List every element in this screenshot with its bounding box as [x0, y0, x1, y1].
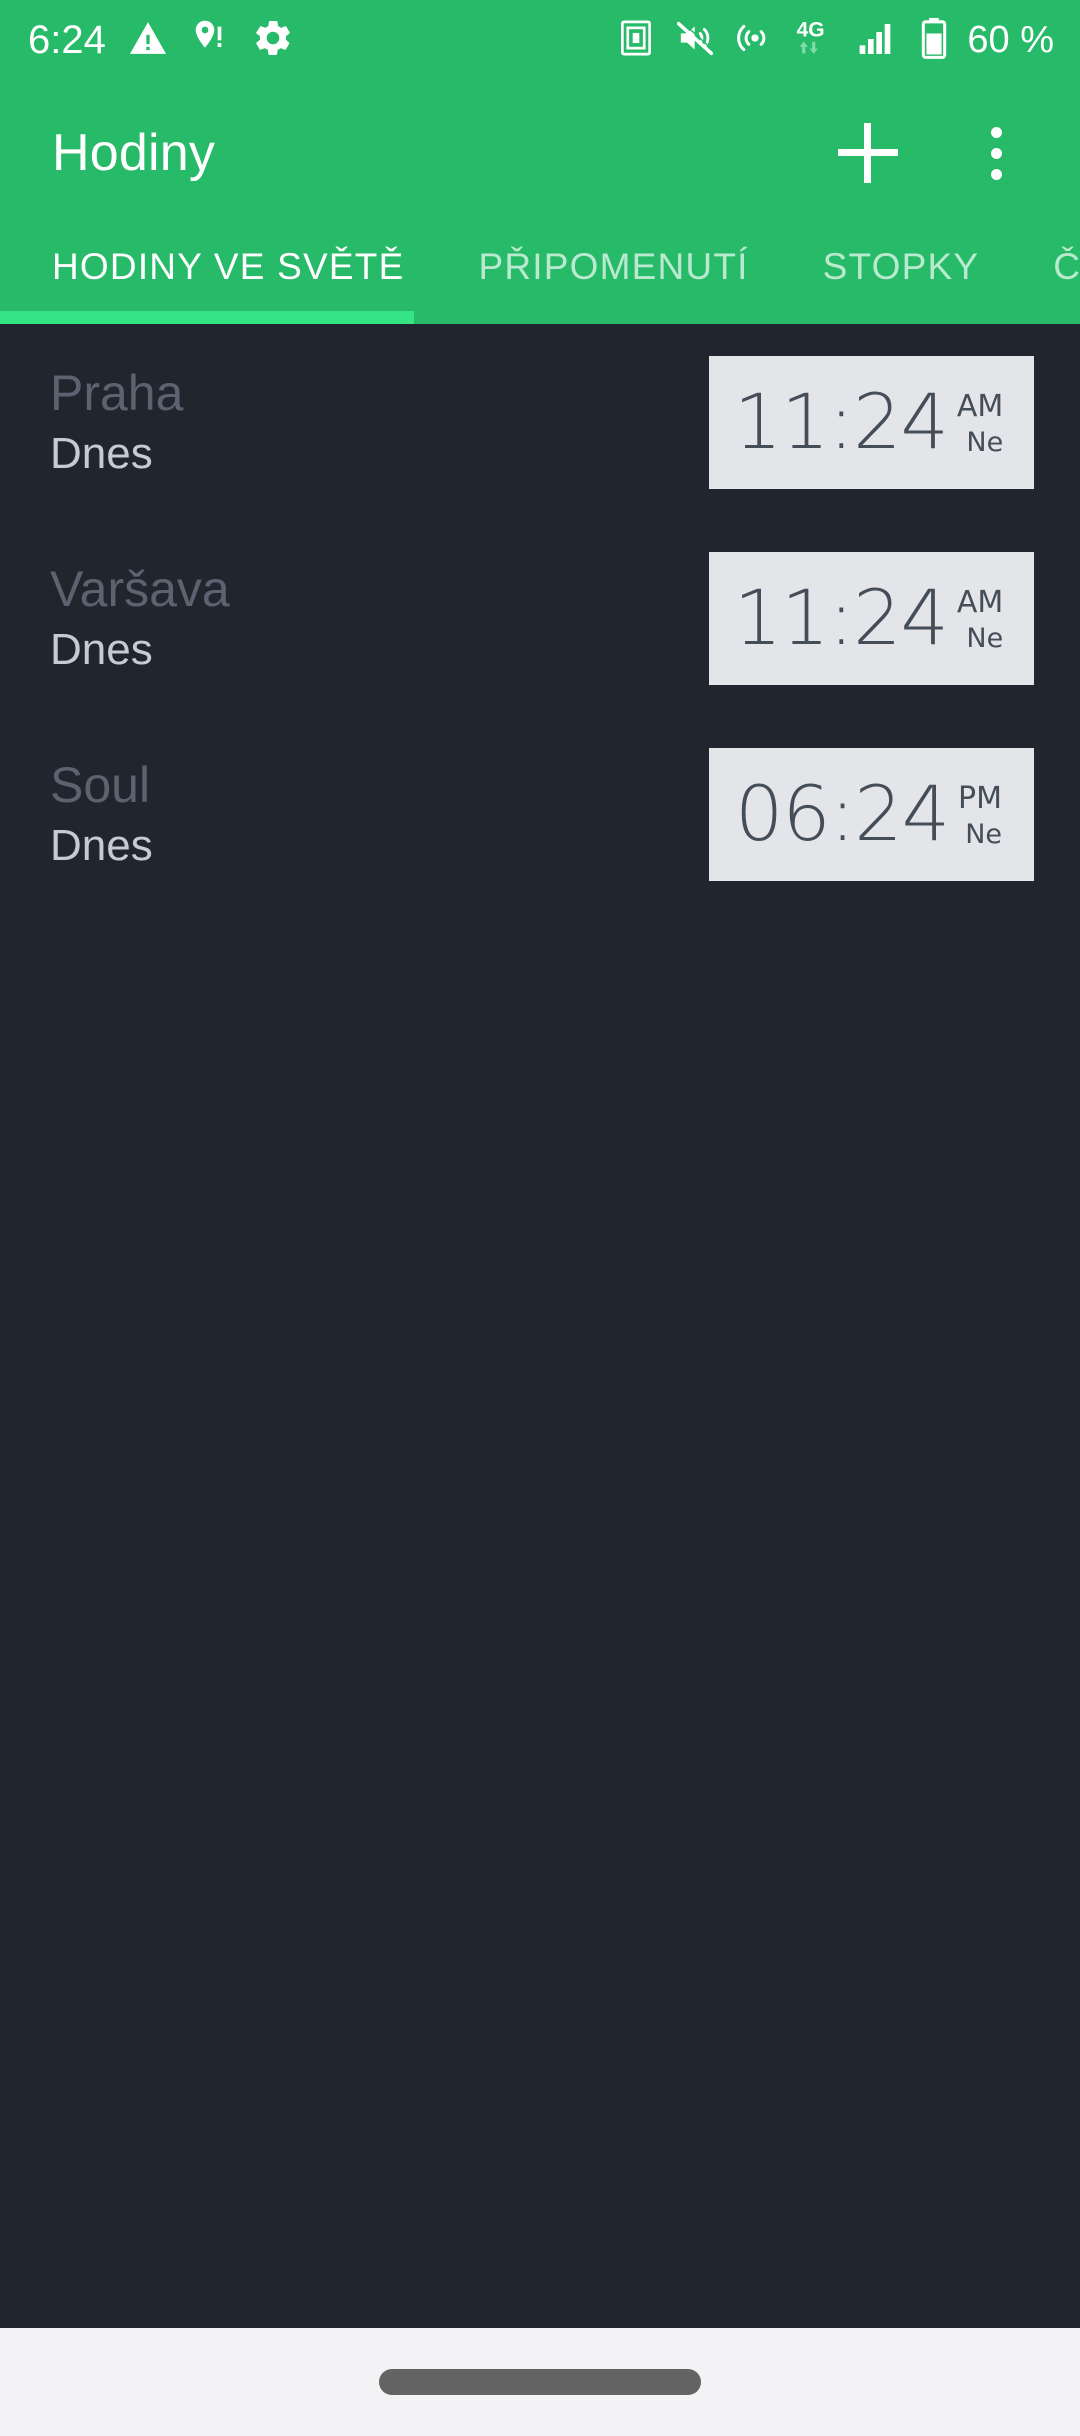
- day-note: Dnes: [50, 625, 153, 674]
- battery-icon: [917, 17, 951, 64]
- warning-triangle-icon: [128, 18, 168, 63]
- status-bar-right: 4G 60 %: [617, 17, 1054, 64]
- clock-ampm: AM: [956, 389, 1004, 424]
- tab-timer[interactable]: ČASOVAČ: [1053, 226, 1080, 285]
- app-bar-actions: [832, 117, 1032, 189]
- clock-weekday: Ne: [966, 623, 1004, 654]
- tab-alarms[interactable]: PŘIPOMENUTÍ: [478, 226, 748, 285]
- clock-ampm: PM: [958, 781, 1002, 816]
- signal-bars-icon: [857, 18, 897, 63]
- gesture-nav-bar: [0, 2328, 1080, 2436]
- network-4g-icon: 4G: [795, 17, 837, 64]
- overflow-menu-button[interactable]: [960, 117, 1032, 189]
- clock-meta: AM Ne: [956, 584, 1004, 654]
- tab-list: HODINY VE SVĚTĚ PŘIPOMENUTÍ STOPKY ČASOV…: [0, 226, 1080, 324]
- clock-weekday: Ne: [966, 427, 1004, 458]
- location-alert-icon: [190, 18, 230, 63]
- clock-widget: 06:24 PM Ne: [709, 747, 1034, 881]
- day-note: Dnes: [50, 429, 153, 478]
- row-text-block: Praha Dnes: [50, 368, 183, 476]
- gesture-home-handle[interactable]: [379, 2369, 701, 2395]
- plus-icon: [838, 123, 898, 183]
- city-name: Praha: [50, 365, 184, 421]
- app-bar: Hodiny: [0, 80, 1080, 226]
- status-bar-clock: 6:24: [28, 18, 106, 62]
- clock-time: 11:24: [733, 572, 949, 662]
- battery-percent-label: 60 %: [967, 19, 1054, 61]
- settings-gear-icon: [252, 17, 294, 64]
- screen-capture-icon: [617, 19, 655, 62]
- tab-bar: HODINY VE SVĚTĚ PŘIPOMENUTÍ STOPKY ČASOV…: [0, 226, 1080, 324]
- more-vertical-icon: [990, 126, 1002, 180]
- phone-screen: 6:24 4G 60 % Hodiny HODINY VE SVĚTĚ PŘIP…: [0, 0, 1080, 2436]
- clock-time: 11:24: [733, 376, 949, 466]
- city-name: Varšava: [50, 561, 230, 617]
- world-clock-list: Praha Dnes 11:24 AM Ne Varšava Dnes 11:2…: [0, 324, 1080, 2328]
- hotspot-icon: [735, 18, 775, 63]
- status-bar: 6:24 4G 60 %: [0, 0, 1080, 80]
- clock-widget: 11:24 AM Ne: [709, 551, 1034, 685]
- world-clock-row-praha[interactable]: Praha Dnes 11:24 AM Ne: [0, 324, 1080, 520]
- clock-meta: PM Ne: [958, 780, 1002, 850]
- status-bar-left: 6:24: [28, 17, 294, 64]
- world-clock-row-soul[interactable]: Soul Dnes 06:24 PM Ne: [0, 716, 1080, 912]
- app-title: Hodiny: [52, 124, 216, 182]
- volume-muted-icon: [675, 18, 716, 63]
- clock-meta: AM Ne: [956, 388, 1004, 458]
- city-name: Soul: [50, 757, 151, 813]
- clock-time: 06:24: [734, 768, 950, 858]
- add-city-button[interactable]: [832, 117, 904, 189]
- clock-ampm: AM: [956, 585, 1004, 620]
- day-note: Dnes: [50, 821, 153, 870]
- clock-widget: 11:24 AM Ne: [709, 355, 1034, 489]
- world-clock-row-varsava[interactable]: Varšava Dnes 11:24 AM Ne: [0, 520, 1080, 716]
- tab-world-clock[interactable]: HODINY VE SVĚTĚ: [52, 226, 404, 285]
- svg-text:4G: 4G: [797, 18, 825, 41]
- tab-stopwatch[interactable]: STOPKY: [823, 226, 980, 285]
- clock-weekday: Ne: [965, 819, 1002, 850]
- row-text-block: Soul Dnes: [50, 760, 153, 868]
- tab-active-indicator: [0, 311, 414, 324]
- row-text-block: Varšava Dnes: [50, 564, 230, 672]
